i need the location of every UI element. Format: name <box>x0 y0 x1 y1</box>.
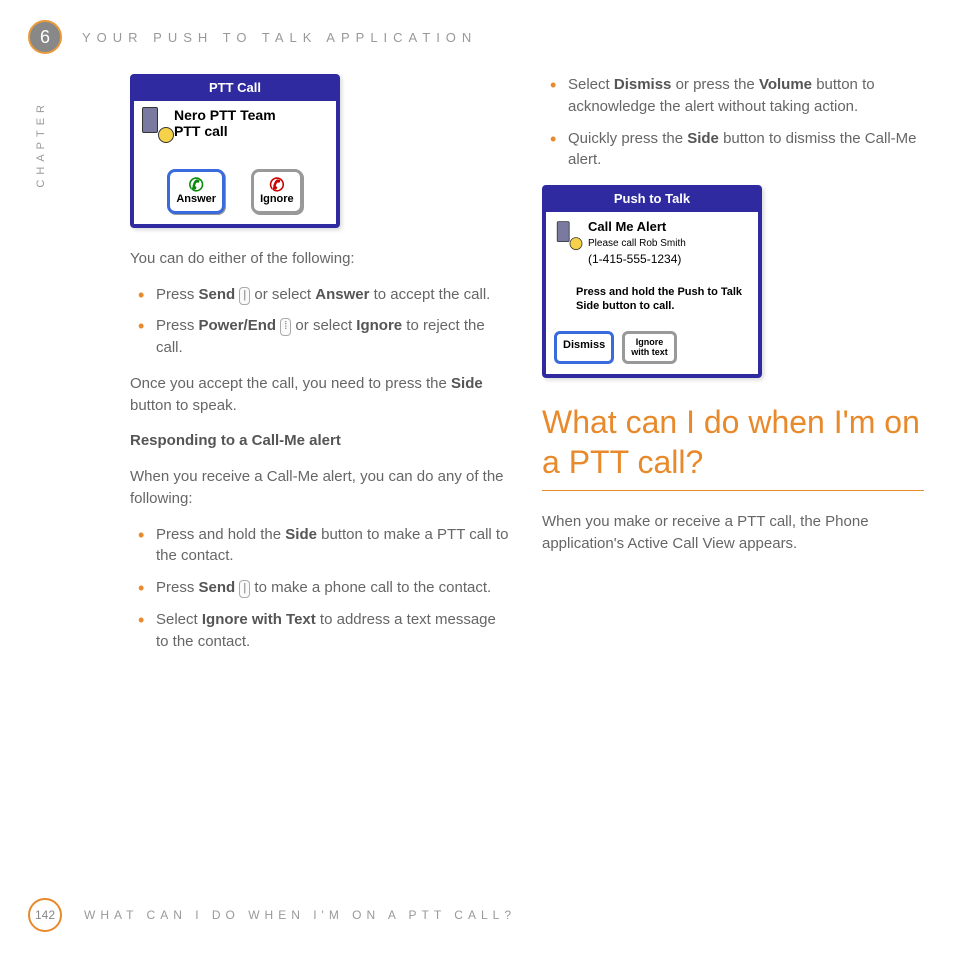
phone-avatar-icon <box>557 221 579 247</box>
callme-header: Call Me Alert Please call Rob Smith (1-4… <box>554 218 750 269</box>
dismiss-button[interactable]: Dismiss <box>554 331 614 364</box>
send-key-icon: | <box>239 580 250 598</box>
end-key-icon: ⁞ <box>280 318 291 336</box>
list-item: Quickly press the Side button to dismiss… <box>568 128 924 172</box>
text: Press <box>156 579 199 596</box>
text: to make a phone call to the contact. <box>250 579 491 596</box>
phone-avatar-icon <box>142 107 170 139</box>
callme-subtitle: Please call Rob Smith <box>588 237 686 252</box>
content-area: PTT Call Nero PTT Team PTT call ✆ Answer <box>0 54 954 666</box>
footer-title: WHAT CAN I DO WHEN I'M ON A PTT CALL? <box>84 908 516 922</box>
page-footer: 142 WHAT CAN I DO WHEN I'M ON A PTT CALL… <box>28 898 516 932</box>
list-item: Press Send | or select Answer to accept … <box>156 284 512 306</box>
header-title: YOUR PUSH TO TALK APPLICATION <box>82 30 477 45</box>
bold: Dismiss <box>614 76 672 93</box>
chapter-side-label: CHAPTER <box>35 100 47 188</box>
page-header: 6 YOUR PUSH TO TALK APPLICATION <box>0 0 954 54</box>
bold: Power/End <box>199 317 277 334</box>
bold: Side <box>451 375 483 392</box>
bold: Send <box>199 286 236 303</box>
bold: Send <box>199 579 236 596</box>
paragraph: Once you accept the call, you need to pr… <box>130 373 512 417</box>
page-number-badge: 142 <box>28 898 62 932</box>
callme-title: Call Me Alert <box>588 218 686 237</box>
ignore-with-text-button[interactable]: Ignore with text <box>622 331 677 364</box>
answer-button[interactable]: ✆ Answer <box>167 169 225 214</box>
bold: Side <box>285 526 317 543</box>
text: Press <box>156 317 199 334</box>
mockup-button-row: Dismiss Ignore with text <box>554 331 750 364</box>
ptt-call-mockup: PTT Call Nero PTT Team PTT call ✆ Answer <box>130 74 340 228</box>
mockup-button-row: ✆ Answer ✆ Ignore <box>142 169 328 214</box>
bold: Ignore with Text <box>202 611 316 628</box>
chapter-number-badge: 6 <box>28 20 62 54</box>
bold: Side <box>687 130 719 147</box>
push-instruction: Press and hold the Push to Talk Side but… <box>576 285 750 314</box>
text: button to speak. <box>130 397 237 414</box>
text: Quickly press the <box>568 130 687 147</box>
push-to-talk-mockup: Push to Talk Call Me Alert Please call R… <box>542 185 762 378</box>
option-list-3: Select Dismiss or press the Volume butto… <box>542 74 924 171</box>
bold: Answer <box>315 286 369 303</box>
list-item: Press and hold the Side button to make a… <box>156 524 512 568</box>
list-item: Select Ignore with Text to address a tex… <box>156 609 512 653</box>
option-list-1: Press Send | or select Answer to accept … <box>130 284 512 359</box>
text: Select <box>568 76 614 93</box>
left-column: PTT Call Nero PTT Team PTT call ✆ Answer <box>130 74 512 666</box>
text: Select <box>156 611 202 628</box>
list-item: Select Dismiss or press the Volume butto… <box>568 74 924 118</box>
right-column: Select Dismiss or press the Volume butto… <box>542 74 924 666</box>
subheading: Responding to a Call-Me alert <box>130 430 512 452</box>
phone-green-icon: ✆ <box>176 178 216 192</box>
intro-text: You can do either of the following: <box>130 248 512 270</box>
list-item: Press Power/End ⁞ or select Ignore to re… <box>156 315 512 359</box>
section-body: When you make or receive a PTT call, the… <box>542 511 924 555</box>
callme-phone: (1-415-555-1234) <box>588 251 686 268</box>
bold: Ignore <box>356 317 402 334</box>
ignore-button[interactable]: ✆ Ignore <box>251 169 303 214</box>
mockup-body: Nero PTT Team PTT call ✆ Answer ✆ Ignore <box>134 101 336 224</box>
text: Once you accept the call, you need to pr… <box>130 375 451 392</box>
text: or select <box>291 317 356 334</box>
send-key-icon: | <box>239 287 250 305</box>
text: or press the <box>671 76 759 93</box>
answer-label: Answer <box>176 192 216 208</box>
ignore-label: Ignore <box>260 192 294 208</box>
option-list-2: Press and hold the Side button to make a… <box>130 524 512 653</box>
ignore-label-2: with text <box>631 348 668 357</box>
section-heading: What can I do when I'm on a PTT call? <box>542 402 924 482</box>
text: to accept the call. <box>369 286 490 303</box>
mockup-body: Call Me Alert Please call Rob Smith (1-4… <box>546 212 758 374</box>
mockup-title-bar: PTT Call <box>134 78 336 101</box>
phone-red-icon: ✆ <box>260 178 294 192</box>
mockup-title-bar: Push to Talk <box>546 189 758 212</box>
mockup-line1: Nero PTT Team <box>174 107 276 123</box>
mockup-line2: PTT call <box>174 123 276 139</box>
list-item: Press Send | to make a phone call to the… <box>156 577 512 599</box>
text: or select <box>250 286 315 303</box>
paragraph: When you receive a Call-Me alert, you ca… <box>130 466 512 510</box>
bold: Volume <box>759 76 812 93</box>
text: Press <box>156 286 199 303</box>
section-rule <box>542 490 924 491</box>
text: Press and hold the <box>156 526 285 543</box>
mockup-caller-info: Nero PTT Team PTT call <box>142 107 328 139</box>
